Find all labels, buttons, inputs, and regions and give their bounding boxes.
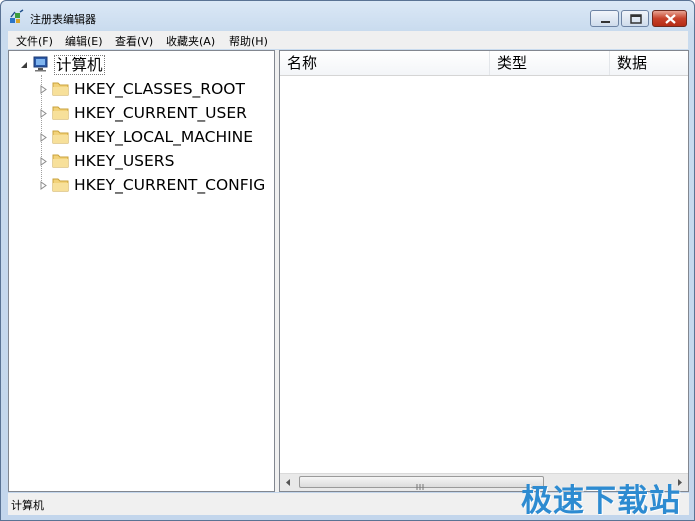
grip-icon bbox=[416, 484, 424, 490]
scroll-left-icon[interactable] bbox=[280, 474, 297, 491]
close-button[interactable] bbox=[652, 10, 687, 27]
tree-node-label: 计算机 bbox=[54, 55, 105, 75]
column-header-type[interactable]: 类型 bbox=[490, 51, 610, 75]
tree-node-label: HKEY_CURRENT_CONFIG bbox=[74, 176, 266, 194]
menu-file[interactable]: 文件(F) bbox=[16, 33, 53, 49]
menu-help[interactable]: 帮助(H) bbox=[229, 33, 268, 49]
column-header-name[interactable]: 名称 bbox=[280, 51, 490, 75]
computer-icon bbox=[33, 56, 48, 72]
scrollbar-thumb[interactable] bbox=[299, 476, 544, 490]
tree-node-label: HKEY_CLASSES_ROOT bbox=[74, 80, 245, 98]
expand-triangle-icon[interactable] bbox=[39, 109, 48, 118]
menu-view[interactable]: 查看(V) bbox=[115, 33, 153, 49]
menu-edit[interactable]: 编辑(E) bbox=[65, 33, 103, 49]
status-path: 计算机 bbox=[11, 499, 44, 512]
values-list[interactable]: 名称 类型 数据 bbox=[279, 50, 689, 492]
menu-favorites[interactable]: 收藏夹(A) bbox=[166, 33, 215, 49]
tree-node-label: HKEY_LOCAL_MACHINE bbox=[74, 128, 254, 146]
column-header-data[interactable]: 数据 bbox=[610, 51, 688, 75]
tree-node-label: HKEY_USERS bbox=[74, 152, 175, 170]
menu-bar: 文件(F) 编辑(E) 查看(V) 收藏夹(A) 帮助(H) bbox=[8, 31, 688, 49]
minimize-icon bbox=[601, 21, 610, 23]
window-title: 注册表编辑器 bbox=[30, 13, 96, 26]
list-header: 名称 类型 数据 bbox=[280, 51, 688, 76]
registry-editor-window: 注册表编辑器 文件(F) 编辑(E) 查看(V) 收藏夹(A) 帮助(H) 计算… bbox=[0, 0, 695, 521]
folder-icon bbox=[52, 178, 69, 192]
expand-triangle-icon[interactable] bbox=[39, 133, 48, 142]
client-area: 计算机 HKEY_CLASSES_ROOT HKEY_CURRENT_USER … bbox=[8, 50, 689, 492]
expand-triangle-icon[interactable] bbox=[39, 85, 48, 94]
folder-icon bbox=[52, 82, 69, 96]
folder-icon bbox=[52, 106, 69, 120]
folder-icon bbox=[52, 154, 69, 168]
title-bar[interactable]: 注册表编辑器 bbox=[1, 1, 694, 31]
maximize-button[interactable] bbox=[621, 10, 649, 27]
watermark-text: 极速下载站 bbox=[521, 483, 681, 519]
close-icon bbox=[665, 14, 676, 24]
tree-node-label: HKEY_CURRENT_USER bbox=[74, 104, 247, 122]
registry-tree[interactable]: 计算机 HKEY_CLASSES_ROOT HKEY_CURRENT_USER … bbox=[8, 50, 275, 492]
expand-triangle-icon[interactable] bbox=[39, 157, 48, 166]
minimize-button[interactable] bbox=[590, 10, 619, 27]
registry-editor-icon bbox=[10, 9, 24, 23]
maximize-icon bbox=[630, 14, 642, 24]
folder-icon bbox=[52, 130, 69, 144]
collapse-triangle-icon[interactable] bbox=[20, 61, 29, 70]
expand-triangle-icon[interactable] bbox=[39, 181, 48, 190]
